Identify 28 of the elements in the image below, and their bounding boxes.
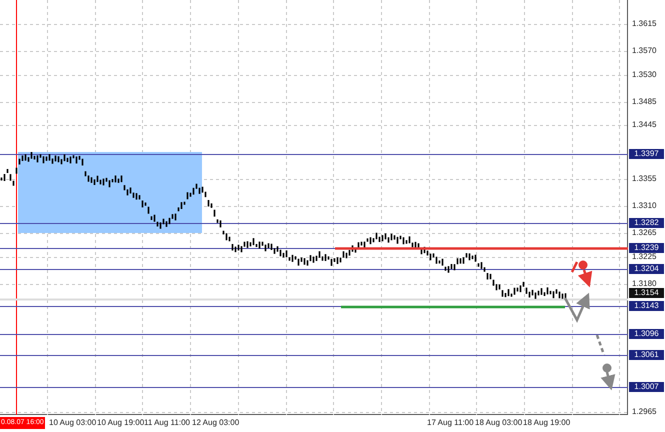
level-price-tag: 1.3096 bbox=[629, 328, 664, 339]
level-price-tag: 1.3282 bbox=[629, 218, 664, 228]
price-label: 1.3310 bbox=[632, 201, 656, 212]
level-price-tag: 1.3143 bbox=[629, 300, 664, 311]
level-price-tag: 1.3007 bbox=[629, 382, 664, 392]
price-label: 1.3225 bbox=[632, 252, 656, 262]
level-price-tag: 1.3397 bbox=[629, 149, 664, 160]
time-label: 10 Aug 19:00 bbox=[97, 418, 144, 427]
current-price-tag: 1.3154 bbox=[629, 288, 664, 298]
time-label: 18 Aug 03:00 bbox=[475, 418, 522, 427]
level-price-tag: 1.3204 bbox=[629, 264, 664, 274]
forecast-arrow-drawing bbox=[570, 260, 592, 288]
time-label: 18 Aug 19:00 bbox=[523, 418, 570, 427]
time-label: 17 Aug 11:00 bbox=[427, 418, 474, 427]
time-label: 11 Aug 11:00 bbox=[144, 418, 190, 427]
price-label: 1.3355 bbox=[632, 174, 656, 184]
price-label: 1.3265 bbox=[632, 228, 656, 238]
price-label: 1.3615 bbox=[632, 19, 656, 29]
price-label: 1.2965 bbox=[632, 406, 656, 417]
level-price-tag: 1.3239 bbox=[629, 243, 664, 254]
level-price-tag: 1.3061 bbox=[629, 350, 664, 360]
time-label: 10 Aug 03:00 bbox=[49, 418, 96, 427]
price-label: 1.3530 bbox=[632, 70, 656, 80]
price-label: 1.3485 bbox=[632, 96, 656, 107]
price-label: 1.3445 bbox=[632, 120, 656, 130]
price-label: 1.3570 bbox=[632, 46, 656, 56]
time-label: 12 Aug 03:00 bbox=[192, 418, 240, 427]
price-label: 1.3180 bbox=[632, 278, 656, 289]
